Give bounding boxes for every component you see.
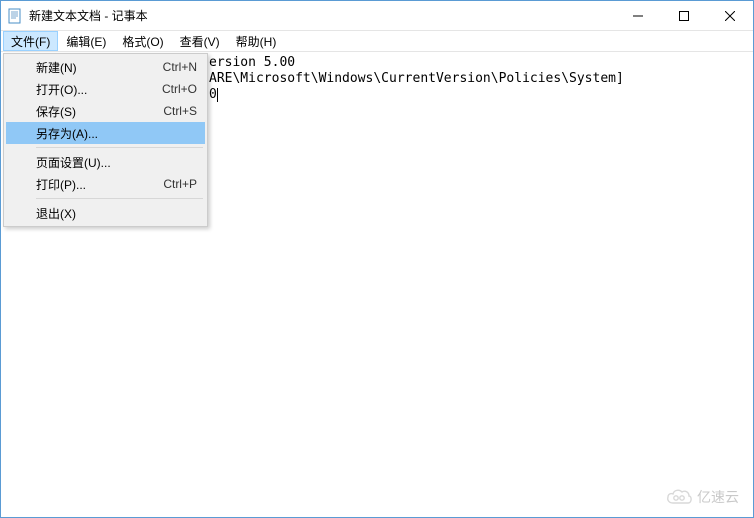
menu-label: 打印(P)... bbox=[36, 176, 163, 193]
menu-shortcut: Ctrl+P bbox=[163, 177, 197, 191]
menu-separator bbox=[36, 198, 203, 199]
menu-view[interactable]: 查看(V) bbox=[172, 31, 228, 51]
menu-help[interactable]: 帮助(H) bbox=[228, 31, 285, 51]
menu-shortcut: Ctrl+S bbox=[163, 104, 197, 118]
menu-separator bbox=[36, 147, 203, 148]
menu-edit[interactable]: 编辑(E) bbox=[58, 31, 114, 51]
notepad-icon bbox=[7, 8, 23, 24]
menu-shortcut: Ctrl+O bbox=[162, 82, 197, 96]
file-menu-dropdown: 新建(N) Ctrl+N 打开(O)... Ctrl+O 保存(S) Ctrl+… bbox=[3, 53, 208, 227]
menu-label: 新建(N) bbox=[36, 59, 163, 76]
watermark-text: 亿速云 bbox=[697, 487, 739, 507]
menu-item-new[interactable]: 新建(N) Ctrl+N bbox=[6, 56, 205, 78]
menu-label: 保存(S) bbox=[36, 103, 163, 120]
cloud-icon bbox=[665, 487, 693, 507]
titlebar[interactable]: 新建文本文档 - 记事本 bbox=[1, 1, 753, 31]
editor-line-1: ersion 5.00 bbox=[209, 55, 295, 71]
maximize-button[interactable] bbox=[661, 1, 707, 30]
editor-line-2: ARE\Microsoft\Windows\CurrentVersion\Pol… bbox=[209, 71, 624, 87]
menu-label: 打开(O)... bbox=[36, 81, 162, 98]
editor-line-3: 0 bbox=[209, 87, 218, 103]
menu-item-print[interactable]: 打印(P)... Ctrl+P bbox=[6, 173, 205, 195]
menu-item-save[interactable]: 保存(S) Ctrl+S bbox=[6, 100, 205, 122]
close-button[interactable] bbox=[707, 1, 753, 30]
menu-label: 另存为(A)... bbox=[36, 125, 197, 142]
menu-shortcut: Ctrl+N bbox=[163, 60, 197, 74]
menu-format[interactable]: 格式(O) bbox=[114, 31, 171, 51]
watermark: 亿速云 bbox=[665, 487, 739, 507]
text-caret bbox=[217, 88, 218, 102]
notepad-window: 新建文本文档 - 记事本 文件(F) 编辑(E) 格式(O) 查看(V) 帮助(… bbox=[0, 0, 754, 518]
menu-label: 退出(X) bbox=[36, 205, 197, 222]
window-controls bbox=[615, 1, 753, 30]
minimize-button[interactable] bbox=[615, 1, 661, 30]
menu-label: 页面设置(U)... bbox=[36, 154, 197, 171]
menubar: 文件(F) 编辑(E) 格式(O) 查看(V) 帮助(H) bbox=[1, 31, 753, 52]
menu-item-exit[interactable]: 退出(X) bbox=[6, 202, 205, 224]
menu-item-page-setup[interactable]: 页面设置(U)... bbox=[6, 151, 205, 173]
menu-item-open[interactable]: 打开(O)... Ctrl+O bbox=[6, 78, 205, 100]
menu-item-save-as[interactable]: 另存为(A)... bbox=[6, 122, 205, 144]
menu-file[interactable]: 文件(F) bbox=[3, 31, 58, 51]
window-title: 新建文本文档 - 记事本 bbox=[29, 7, 615, 24]
